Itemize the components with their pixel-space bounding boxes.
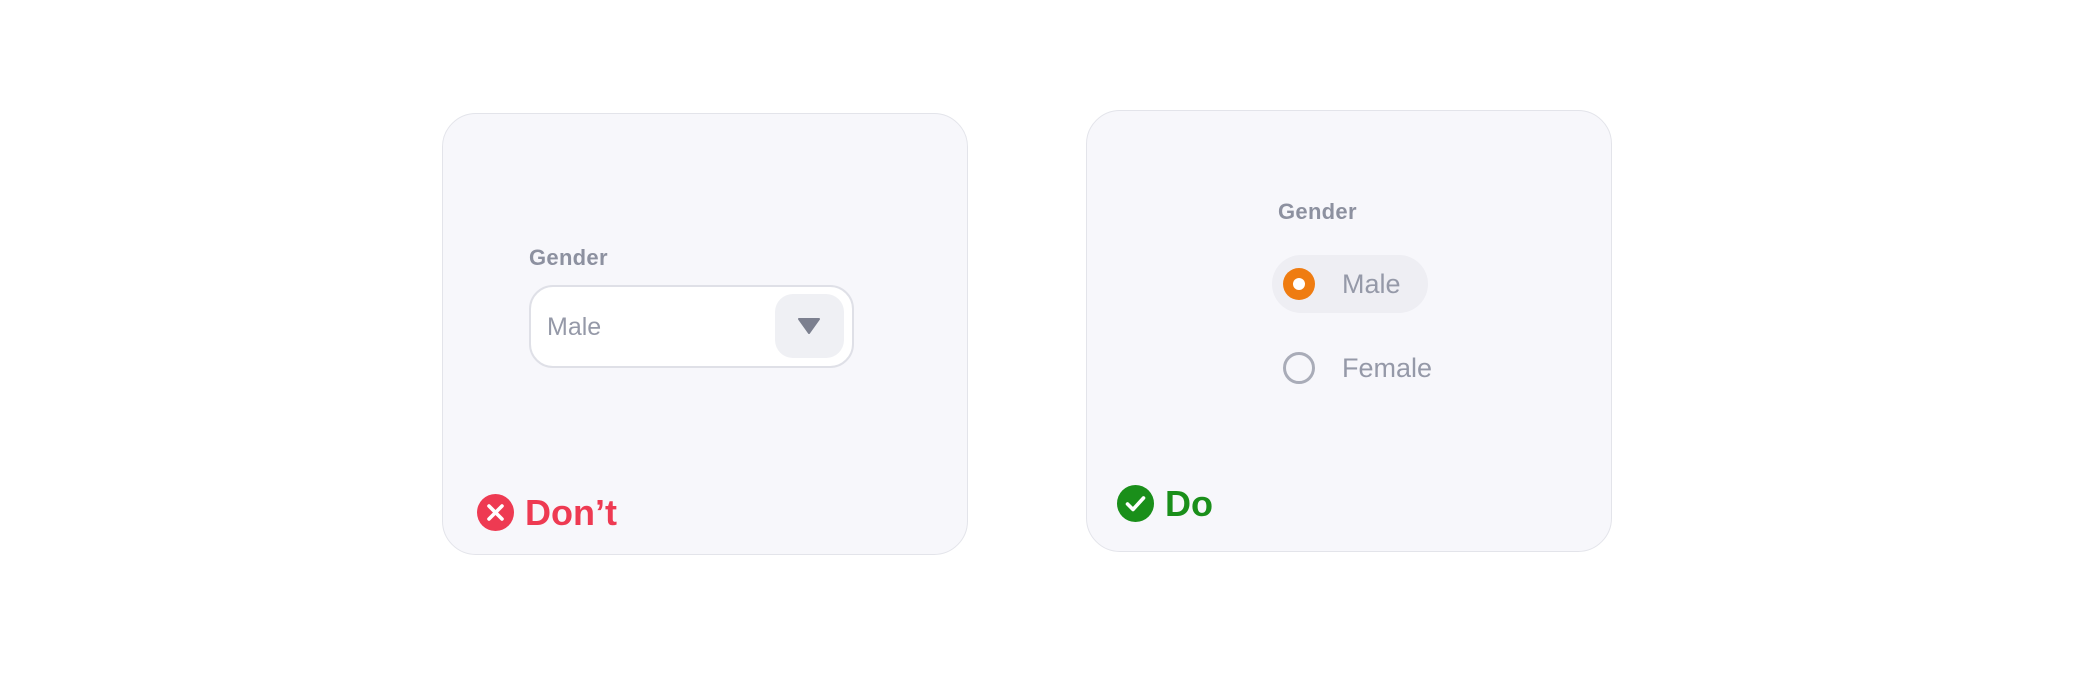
x-circle-icon [477, 494, 514, 531]
do-verdict: Do [1117, 485, 1213, 522]
caret-down-icon [798, 318, 820, 334]
radio-label-female: Female [1342, 353, 1433, 383]
dont-verdict: Don’t [477, 494, 617, 531]
select-value: Male [547, 313, 602, 341]
dont-label: Don’t [525, 492, 617, 533]
gender-label: Gender [529, 245, 608, 270]
check-circle-icon [1117, 485, 1154, 522]
radio-option-male[interactable]: Male [1272, 255, 1428, 313]
radio-button-unselected[interactable] [1283, 352, 1315, 384]
gender-select[interactable]: Male [529, 285, 854, 368]
do-example-card: Gender Male Female Do [1086, 110, 1612, 552]
do-label: Do [1165, 483, 1213, 524]
dont-example-card: Gender Male Don’t [442, 113, 968, 555]
gender-label: Gender [1278, 199, 1357, 224]
radio-button-selected[interactable] [1283, 268, 1315, 300]
radio-label-male: Male [1342, 269, 1401, 299]
dropdown-toggle-button[interactable] [775, 294, 844, 358]
radio-option-female[interactable]: Female [1272, 339, 1472, 397]
